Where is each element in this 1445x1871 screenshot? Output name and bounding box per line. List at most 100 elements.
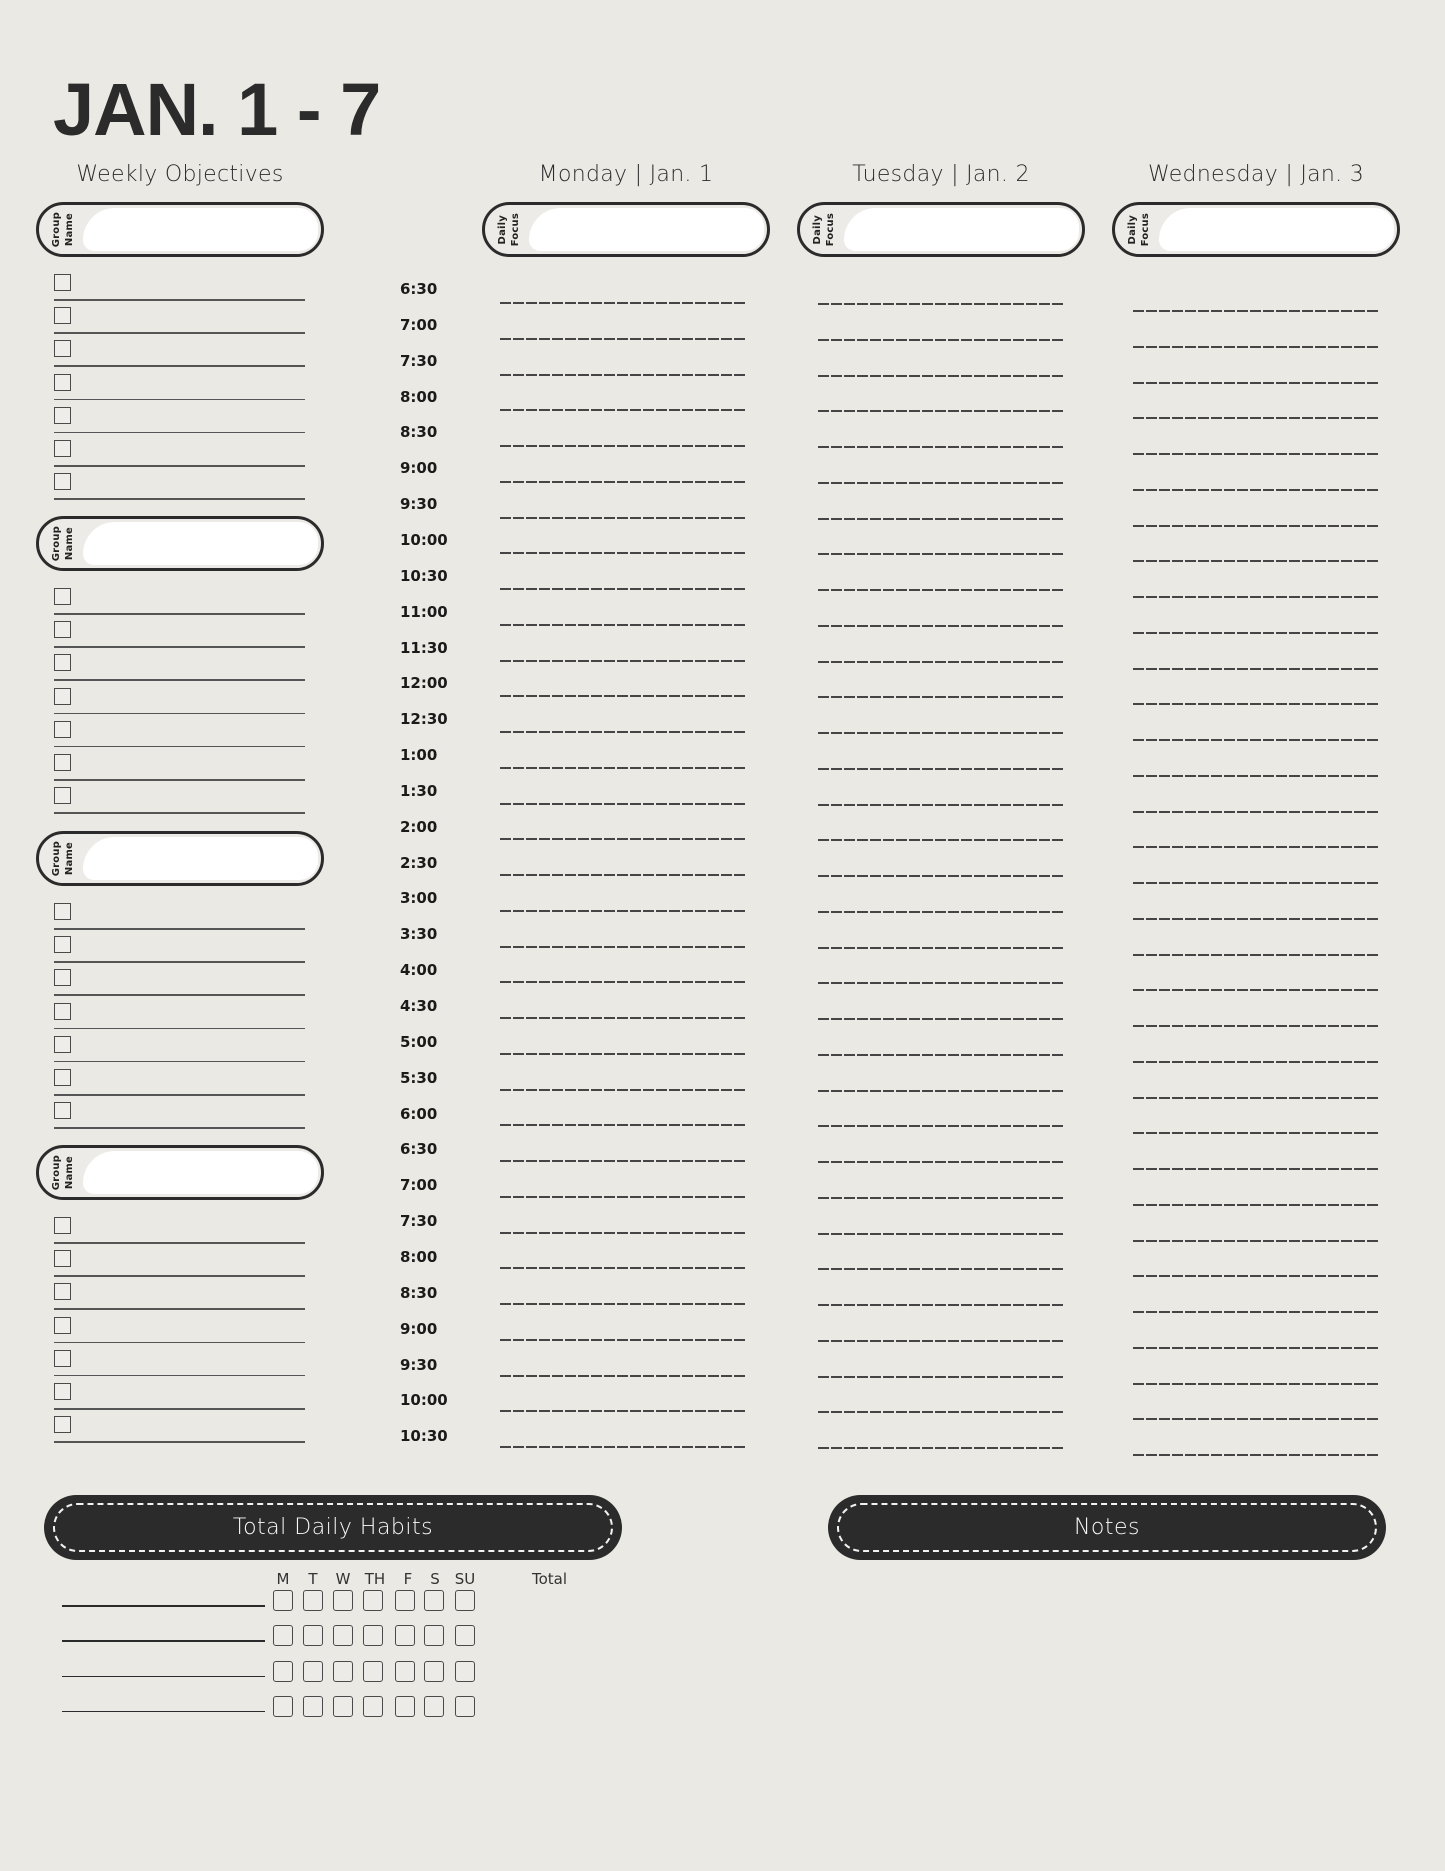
schedule-slot-line[interactable] [818, 946, 1063, 949]
schedule-slot-line[interactable] [1133, 667, 1378, 670]
schedule-slot-line[interactable] [1133, 417, 1378, 420]
schedule-slot-line[interactable] [1133, 703, 1378, 706]
habit-name-line[interactable] [62, 1605, 265, 1607]
objective-write-line[interactable] [54, 613, 305, 615]
schedule-slot-line[interactable] [1133, 1060, 1378, 1063]
schedule-slot-line[interactable] [818, 517, 1063, 520]
schedule-slot-line[interactable] [500, 1410, 745, 1413]
schedule-slot-line[interactable] [1133, 381, 1378, 384]
objective-checkbox[interactable] [54, 1283, 71, 1301]
schedule-slot-line[interactable] [1133, 1346, 1378, 1349]
schedule-slot-line[interactable] [818, 1232, 1063, 1235]
schedule-slot-line[interactable] [500, 695, 745, 698]
schedule-slot-line[interactable] [500, 337, 745, 340]
objective-write-line[interactable] [54, 812, 305, 814]
habit-checkbox[interactable] [455, 1590, 475, 1611]
schedule-slot-line[interactable] [818, 303, 1063, 305]
schedule-slot-line[interactable] [500, 480, 745, 483]
schedule-slot-line[interactable] [500, 552, 745, 555]
schedule-slot-line[interactable] [500, 1195, 745, 1198]
schedule-slot-line[interactable] [818, 910, 1063, 913]
habit-checkbox[interactable] [455, 1660, 475, 1682]
schedule-slot-line[interactable] [818, 1339, 1063, 1342]
habit-checkbox[interactable] [395, 1625, 415, 1647]
schedule-slot-line[interactable] [500, 838, 745, 841]
schedule-slot-line[interactable] [818, 1411, 1063, 1414]
objective-checkbox[interactable] [54, 787, 71, 805]
schedule-slot-line[interactable] [1133, 1132, 1378, 1135]
habit-checkbox[interactable] [303, 1695, 323, 1717]
schedule-slot-line[interactable] [500, 1303, 745, 1305]
habit-checkbox[interactable] [395, 1695, 415, 1717]
group-name-field-input[interactable] [83, 208, 318, 251]
habit-checkbox[interactable] [424, 1625, 444, 1647]
objective-checkbox[interactable] [54, 1383, 71, 1400]
habit-checkbox[interactable] [455, 1625, 475, 1647]
schedule-slot-line[interactable] [500, 1124, 745, 1127]
habit-checkbox[interactable] [273, 1590, 293, 1611]
objective-checkbox[interactable] [54, 1316, 71, 1334]
objective-write-line[interactable] [54, 498, 305, 500]
schedule-slot-line[interactable] [818, 1053, 1063, 1056]
objective-checkbox[interactable] [54, 274, 71, 291]
schedule-slot-line[interactable] [818, 1447, 1063, 1449]
schedule-slot-line[interactable] [1133, 310, 1378, 312]
objective-write-line[interactable] [54, 712, 305, 715]
habit-checkbox[interactable] [363, 1660, 383, 1682]
habit-name-line[interactable] [62, 1640, 265, 1642]
schedule-slot-line[interactable] [500, 981, 745, 984]
habit-checkbox[interactable] [455, 1695, 475, 1717]
schedule-slot-line[interactable] [818, 446, 1063, 448]
daily-focus-field-input[interactable] [844, 208, 1079, 251]
habit-checkbox[interactable] [424, 1590, 444, 1611]
schedule-slot-line[interactable] [1133, 1418, 1378, 1421]
schedule-slot-line[interactable] [1133, 488, 1378, 491]
objective-checkbox[interactable] [54, 687, 71, 705]
objective-checkbox[interactable] [54, 373, 71, 391]
schedule-slot-line[interactable] [1133, 846, 1378, 849]
schedule-slot-line[interactable] [500, 659, 745, 662]
objective-write-line[interactable] [54, 299, 305, 301]
schedule-slot-line[interactable] [818, 338, 1063, 341]
objective-write-line[interactable] [54, 365, 305, 367]
objective-write-line[interactable] [54, 1374, 305, 1377]
schedule-slot-line[interactable] [818, 374, 1063, 377]
habit-checkbox[interactable] [303, 1590, 323, 1611]
schedule-slot-line[interactable] [500, 731, 745, 733]
schedule-slot-line[interactable] [818, 1161, 1063, 1163]
habit-checkbox[interactable] [363, 1625, 383, 1647]
schedule-slot-line[interactable] [1133, 774, 1378, 777]
habit-checkbox[interactable] [424, 1660, 444, 1682]
objective-checkbox[interactable] [54, 1416, 71, 1434]
schedule-slot-line[interactable] [818, 660, 1063, 663]
objective-checkbox[interactable] [54, 406, 71, 424]
schedule-slot-line[interactable] [818, 1196, 1063, 1199]
schedule-slot-line[interactable] [500, 623, 745, 626]
objective-write-line[interactable] [54, 431, 305, 434]
schedule-slot-line[interactable] [500, 945, 745, 948]
objective-write-line[interactable] [54, 961, 305, 963]
group-name-field-input[interactable] [83, 837, 318, 880]
habit-checkbox[interactable] [363, 1695, 383, 1717]
schedule-slot-line[interactable] [1133, 1311, 1378, 1313]
daily-focus-field-input[interactable] [1159, 208, 1394, 251]
group-name-field-input[interactable] [83, 522, 318, 565]
schedule-slot-line[interactable] [500, 409, 745, 412]
objective-checkbox[interactable] [54, 1217, 71, 1234]
objective-checkbox[interactable] [54, 340, 71, 358]
schedule-slot-line[interactable] [500, 1267, 745, 1270]
schedule-slot-line[interactable] [818, 696, 1063, 699]
habit-checkbox[interactable] [273, 1695, 293, 1717]
objective-write-line[interactable] [54, 1275, 305, 1277]
objective-write-line[interactable] [54, 332, 305, 334]
schedule-slot-line[interactable] [818, 1089, 1063, 1092]
objective-checkbox[interactable] [54, 1102, 71, 1120]
objective-write-line[interactable] [54, 1341, 305, 1344]
schedule-slot-line[interactable] [1133, 1203, 1378, 1206]
schedule-slot-line[interactable] [1133, 1025, 1378, 1027]
schedule-slot-line[interactable] [818, 1268, 1063, 1271]
objective-checkbox[interactable] [54, 1002, 71, 1020]
schedule-slot-line[interactable] [818, 803, 1063, 806]
schedule-slot-line[interactable] [1133, 631, 1378, 634]
schedule-slot-line[interactable] [500, 766, 745, 769]
